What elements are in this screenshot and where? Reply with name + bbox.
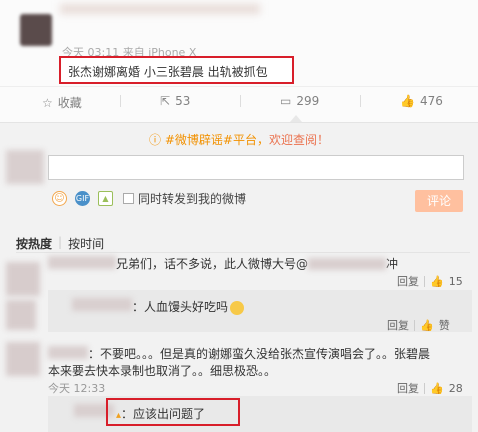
reply-button[interactable]: 回复 xyxy=(397,273,419,289)
comment-time: 今天 12:33 xyxy=(48,382,106,395)
favorite-button[interactable]: ☆ 收藏 xyxy=(42,94,82,111)
emoji-icon[interactable]: ☺ xyxy=(52,191,67,206)
thumbs-up-icon[interactable]: 👍 xyxy=(430,275,444,288)
image-icon[interactable]: ▲ xyxy=(98,191,113,206)
comment-icon: ▭ xyxy=(280,94,292,108)
blurred-mention[interactable] xyxy=(308,258,387,270)
divider xyxy=(240,95,241,107)
repost-label: 同时转发到我的微博 xyxy=(138,192,247,206)
avatar[interactable] xyxy=(6,262,40,296)
blurred-username[interactable] xyxy=(48,256,116,269)
comment-button[interactable]: ▭ 299 xyxy=(280,94,319,108)
avatar[interactable] xyxy=(6,300,36,330)
divider xyxy=(360,95,361,107)
gif-icon[interactable]: GIF xyxy=(75,191,90,206)
comment-actions: 回复 👍 赞 xyxy=(387,317,450,333)
blurred-username[interactable] xyxy=(72,298,132,311)
sort-tabs: 按热度 | 按时间 xyxy=(16,235,105,252)
divider xyxy=(120,95,121,107)
comment-text-line2: 本来要去快本录制也取消了。。细思极恐。。 xyxy=(48,364,277,378)
comment-text: ：不要吧。。。但是真的谢娜蛮久没给张杰宣传演唱会了。。张碧晨 xyxy=(88,347,431,361)
share-icon: ⇱ xyxy=(160,94,171,108)
submit-comment-button[interactable]: 评论 xyxy=(415,190,463,212)
blurred-header xyxy=(60,4,260,14)
comment-input[interactable] xyxy=(48,155,464,180)
thumbs-up-icon: 👍 xyxy=(400,94,415,108)
my-avatar xyxy=(6,150,44,184)
composer-toolbar: ☺ GIF ▲ 同时转发到我的微博 xyxy=(52,190,246,207)
notice-link[interactable]: 欢迎查阅！ xyxy=(269,133,329,147)
comment-text: 兄弟们，话不多说，此人微博大号@ 冲 xyxy=(116,257,399,271)
star-icon: ☆ xyxy=(42,95,53,110)
like-label: 赞 xyxy=(438,319,450,332)
thumbs-up-icon[interactable]: 👍 xyxy=(430,382,444,395)
comment-text: ▴：应该出问题了 xyxy=(116,407,206,421)
rumor-notice: ⓘ #微博辟谣#平台，欢迎查阅！ xyxy=(0,131,478,148)
avatar[interactable] xyxy=(20,14,52,46)
like-count: 28 xyxy=(448,381,463,395)
reply-button[interactable]: 回复 xyxy=(387,317,409,333)
smile-emoji-icon xyxy=(230,300,245,315)
like-button[interactable]: 👍 476 xyxy=(400,94,443,108)
comment-box-pointer xyxy=(290,115,302,122)
info-icon: ⓘ xyxy=(149,133,162,147)
post-action-bar: ☆ 收藏 ⇱ 53 ▭ 299 👍 476 xyxy=(0,86,478,114)
thumbs-up-icon[interactable]: 👍 xyxy=(420,319,434,332)
avatar[interactable] xyxy=(6,342,40,376)
like-count: 15 xyxy=(448,274,463,288)
comment-actions: 回复 👍 28 xyxy=(397,380,463,396)
comment-actions: 回复 👍 15 xyxy=(397,273,463,289)
share-button[interactable]: ⇱ 53 xyxy=(160,94,190,108)
notice-prefix[interactable]: #微博辟谣#平台， xyxy=(165,133,269,147)
tab-hot[interactable]: 按热度 xyxy=(16,235,52,252)
comment-text: ：人血馒头好吃吗 xyxy=(132,298,245,315)
blurred-username[interactable] xyxy=(48,346,88,359)
repost-checkbox[interactable] xyxy=(123,193,134,204)
divider xyxy=(16,252,470,253)
reply-button[interactable]: 回复 xyxy=(397,380,419,396)
tab-time[interactable]: 按时间 xyxy=(68,235,104,252)
post-text: 张杰谢娜离婚 小三张碧晨 出轨被抓包 xyxy=(59,56,294,84)
